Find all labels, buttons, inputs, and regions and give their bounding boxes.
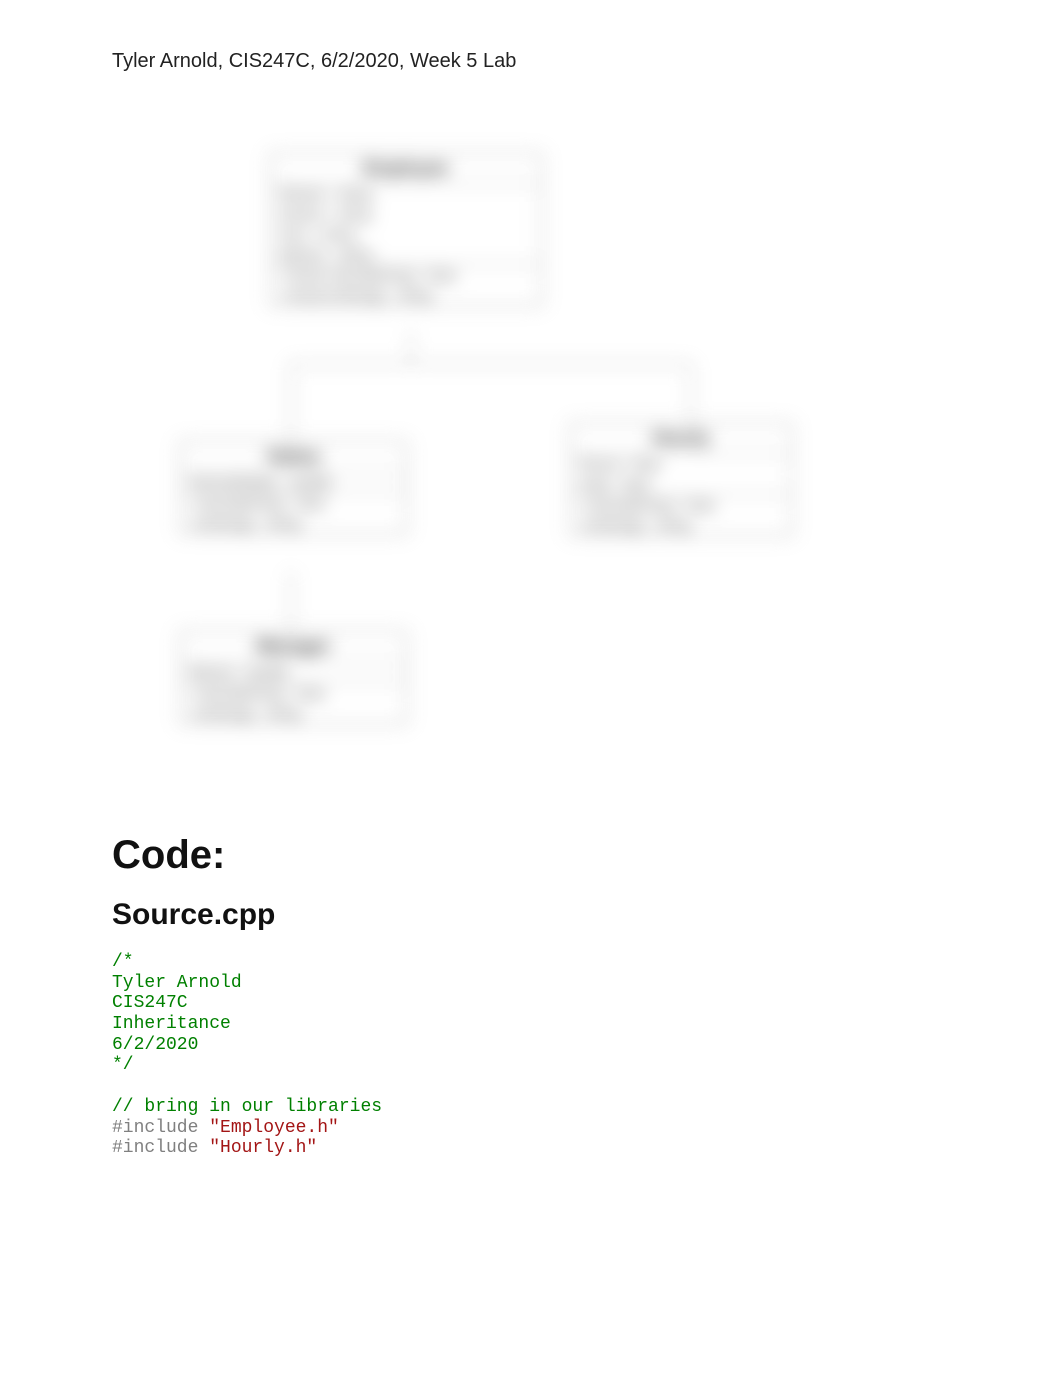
uml-diagram: Employee #fname : string #lname : string… [170, 143, 810, 763]
uml-title: Salary [181, 442, 406, 472]
uml-op: +virtual toString() : string [271, 285, 541, 305]
uml-attr: #hours : float [571, 454, 791, 474]
uml-op: +toString() : string [181, 703, 406, 723]
uml-attr: #lname : string [271, 204, 541, 224]
uml-attr: #ssn : string [271, 224, 541, 244]
source-code: /* Tyler Arnold CIS247C Inheritance 6/2/… [112, 952, 1062, 1159]
uml-title: Manager [181, 632, 406, 662]
code-include-string: "Hourly.h" [209, 1138, 317, 1158]
code-comment-line: // bring in our libraries [112, 1097, 382, 1117]
heading-code: Code: [112, 833, 1062, 878]
uml-class-hourly: Hourly #hours : float #rate : float +cal… [570, 423, 792, 536]
code-include-keyword: #include [112, 1138, 209, 1158]
uml-attr: #phone : string [271, 244, 541, 264]
uml-op: +calculatePay() : float [181, 493, 406, 513]
uml-attr: #annualSalary : double [181, 472, 406, 492]
code-include-keyword: #include [112, 1118, 209, 1138]
code-include-string: "Employee.h" [209, 1118, 339, 1138]
uml-class-salary: Salary #annualSalary : double +calculate… [180, 441, 407, 534]
uml-title: Hourly [571, 424, 791, 454]
uml-class-manager: Manager #bonus : double +calculatePay() … [180, 631, 407, 724]
uml-op: +toString() : string [571, 515, 791, 535]
uml-attr: #rate : float [571, 474, 791, 494]
uml-class-employee: Employee #fname : string #lname : string… [270, 153, 542, 306]
uml-op: +calculatePay() : float [571, 495, 791, 515]
uml-attr: #bonus : double [181, 662, 406, 682]
uml-op: +virtual calculatePay() : float [271, 265, 541, 285]
heading-source: Source.cpp [112, 898, 1062, 932]
uml-op: +calculatePay() : float [181, 683, 406, 703]
code-comment-block: /* Tyler Arnold CIS247C Inheritance 6/2/… [112, 952, 242, 1075]
uml-attr: #fname : string [271, 184, 541, 204]
uml-op: +toString() : string [181, 513, 406, 533]
uml-title: Employee [271, 154, 541, 184]
document-header: Tyler Arnold, CIS247C, 6/2/2020, Week 5 … [112, 50, 1062, 73]
